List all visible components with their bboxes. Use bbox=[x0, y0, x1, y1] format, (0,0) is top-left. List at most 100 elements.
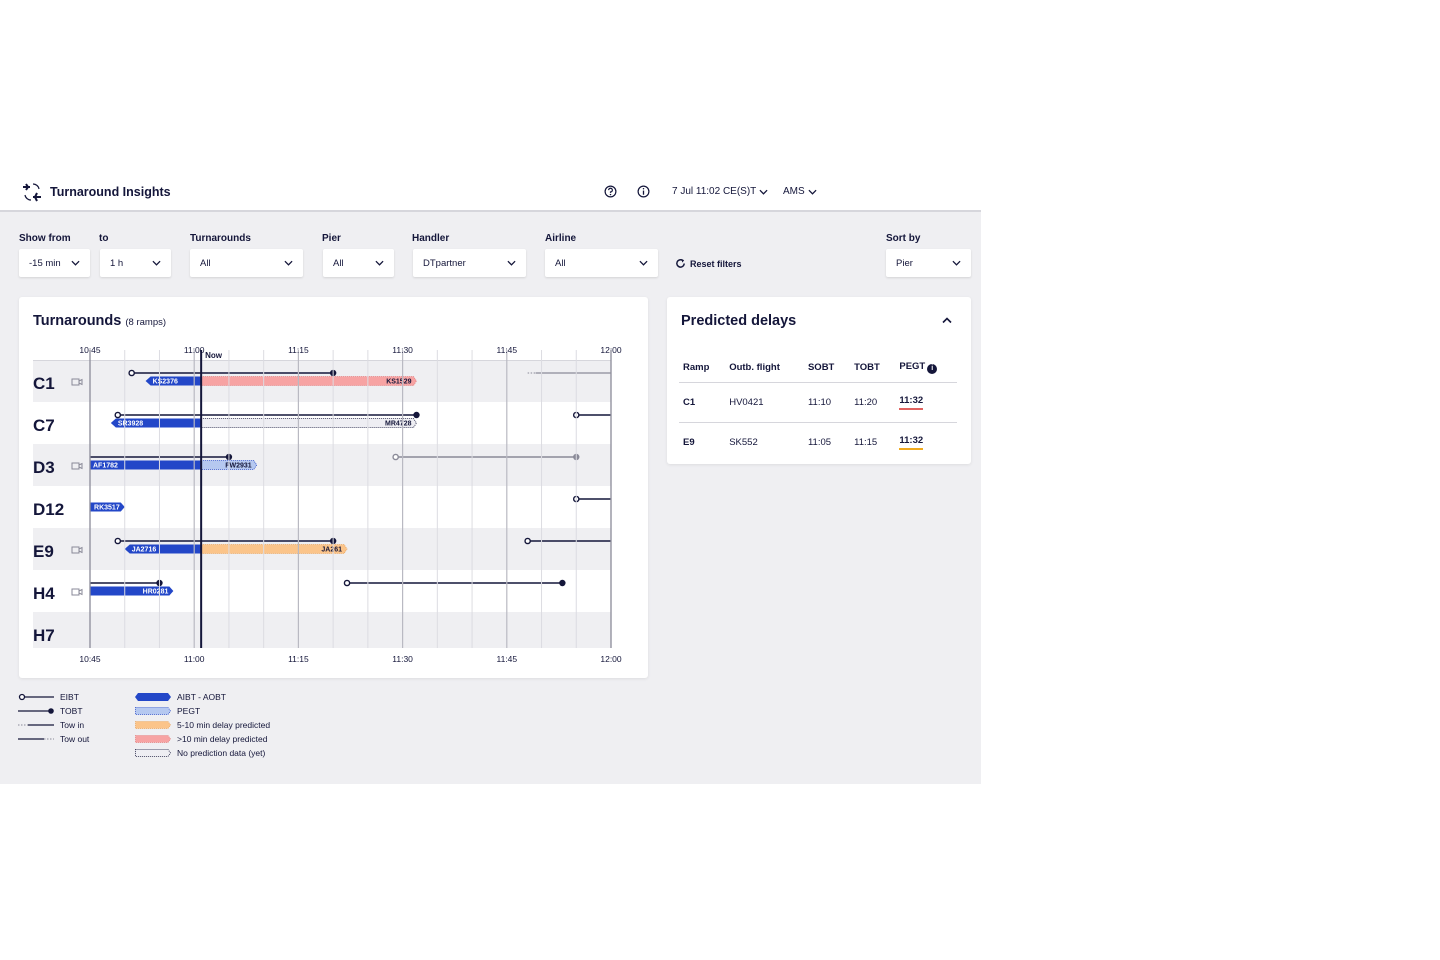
delay-10plus-bar-icon bbox=[135, 735, 171, 743]
legend-no-prediction: No prediction data (yet) bbox=[135, 748, 265, 758]
predicted-delays-title: Predicted delays bbox=[681, 313, 797, 329]
chevron-down-icon bbox=[284, 260, 293, 266]
bar-flight-label: KS2376 bbox=[153, 379, 178, 386]
handler-select[interactable]: DTpartner bbox=[413, 249, 526, 277]
aibt-aobt-bar-icon bbox=[135, 693, 171, 701]
flight-cell: HV0421 bbox=[725, 382, 804, 423]
legend-label: >10 min delay predicted bbox=[177, 734, 268, 744]
legend-label: No prediction data (yet) bbox=[177, 748, 266, 758]
col-outbound-flight: Outb. flight bbox=[725, 355, 804, 383]
airline-select[interactable]: All bbox=[545, 249, 658, 277]
info-icon[interactable]: i bbox=[927, 364, 938, 374]
ramp-label: E9 bbox=[33, 542, 54, 561]
ramp-cell: E9 bbox=[683, 437, 695, 448]
chevron-down-icon bbox=[952, 260, 961, 266]
legend-pegt: PEGT bbox=[135, 706, 200, 716]
sort-by-select[interactable]: Pier bbox=[886, 249, 971, 277]
tobt-line-icon bbox=[18, 708, 54, 714]
chevron-down-icon bbox=[71, 260, 80, 266]
legend-aibt-aobt: AIBT - AOBT bbox=[135, 692, 226, 702]
legend-label: EIBT bbox=[60, 692, 79, 702]
chevron-down-icon bbox=[639, 260, 648, 266]
ramp-label: C7 bbox=[33, 416, 55, 435]
ramp-label: C1 bbox=[33, 374, 55, 393]
turnarounds-select[interactable]: All bbox=[190, 249, 303, 277]
bar-flight-label: AF1782 bbox=[93, 463, 118, 470]
legend-label: Tow in bbox=[60, 720, 85, 730]
eibt-marker bbox=[524, 537, 531, 545]
show-from-label: Show from bbox=[19, 233, 71, 244]
datetime-dropdown[interactable]: 7 Jul 11:02 CE(S)T bbox=[672, 186, 768, 197]
ramp-cell: C1 bbox=[679, 382, 726, 423]
ramp-label: H7 bbox=[33, 626, 55, 645]
handler-value: DTpartner bbox=[423, 257, 466, 269]
tow-out-line-icon bbox=[18, 738, 54, 740]
gantt-row-c7: C7 SR3928 MR4728 bbox=[33, 411, 611, 435]
turnarounds-gantt-chart: C1 KS2376 KS1529C7 SR3928 MR4728D3 AF1782 FW29… bbox=[33, 345, 622, 664]
x-tick-label-top: 11:45 bbox=[496, 345, 517, 355]
help-icon[interactable] bbox=[604, 185, 617, 198]
bar-flight-label: HR0281 bbox=[143, 589, 169, 596]
sort-by-value: Pier bbox=[896, 257, 913, 269]
show-from-value: -15 min bbox=[29, 257, 61, 269]
predicted-delays-card: Predicted delays Ramp Outb. flight SOBT … bbox=[667, 297, 971, 464]
eibt-marker bbox=[392, 453, 399, 461]
turnarounds-label: Turnarounds bbox=[190, 233, 251, 244]
gantt-row-h4: H4 HR0281 bbox=[33, 579, 566, 603]
camera-body bbox=[71, 588, 80, 596]
legend-tow-out: Tow out bbox=[18, 734, 89, 744]
legend-label: 5-10 min delay predicted bbox=[177, 720, 271, 730]
camera-icon bbox=[71, 588, 83, 596]
x-tick-label-bottom: 11:30 bbox=[392, 654, 413, 664]
pier-select[interactable]: All bbox=[323, 249, 394, 277]
reset-filters-button[interactable]: Reset filters bbox=[675, 258, 742, 269]
to-value: 1 h bbox=[110, 257, 124, 269]
to-label: to bbox=[99, 233, 109, 244]
predicted-delays-table: Ramp Outb. flight SOBT TOBT PEGT i C1 HV0… bbox=[679, 355, 957, 462]
to-select[interactable]: 1 h bbox=[100, 249, 171, 277]
x-tick-label-bottom: 11:00 bbox=[184, 654, 205, 664]
table-row[interactable]: C1 HV0421 11:10 11:20 11:32 bbox=[679, 382, 957, 423]
pegt-value: 11:32 bbox=[899, 435, 924, 450]
bar-flight-label: MR4728 bbox=[385, 421, 412, 428]
x-tick-label-bottom: 10:45 bbox=[79, 654, 101, 664]
eibt-marker bbox=[343, 579, 351, 587]
airport-dropdown[interactable]: AMS bbox=[783, 186, 817, 197]
bar-delay-10plus bbox=[200, 376, 417, 386]
handler-label: Handler bbox=[412, 233, 450, 244]
info-icon[interactable] bbox=[637, 185, 650, 198]
now-label: Now bbox=[205, 351, 223, 360]
table-header-row: Ramp Outb. flight SOBT TOBT PEGT i bbox=[679, 355, 957, 383]
bar-flight-label: JA2716 bbox=[132, 547, 157, 554]
show-from-select[interactable]: -15 min bbox=[19, 249, 90, 277]
tobt-marker bbox=[413, 411, 420, 419]
table-row[interactable]: E9 SK552 11:05 11:15 11:32 bbox=[679, 423, 957, 463]
flight-cell: SK552 bbox=[729, 437, 758, 448]
bar-flight-label: SR3928 bbox=[118, 421, 143, 428]
chevron-down-icon bbox=[375, 260, 384, 266]
airline-label: Airline bbox=[545, 233, 577, 244]
legend-label: Tow out bbox=[60, 734, 90, 744]
eibt-marker bbox=[114, 411, 122, 419]
legend-label: TOBT bbox=[60, 706, 83, 716]
x-tick-label-bottom: 11:45 bbox=[496, 654, 517, 664]
pier-label: Pier bbox=[322, 233, 341, 244]
no-prediction-bar-icon bbox=[135, 749, 171, 757]
airport-value: AMS bbox=[783, 186, 805, 197]
top-bar: Turnaround Insights 7 Jul 11:02 CE(S)T A… bbox=[0, 170, 981, 212]
tobt-cell: 11:15 bbox=[854, 437, 878, 448]
legend-delay-5-10: 5-10 min delay predicted bbox=[135, 720, 270, 730]
refresh-icon bbox=[676, 258, 685, 268]
sort-by-label: Sort by bbox=[886, 233, 921, 244]
turnarounds-card: Turnarounds (8 ramps) C1 KS2376 KS1529 C7 SR… bbox=[19, 297, 648, 678]
legend-tobt: TOBT bbox=[18, 706, 83, 716]
tobt-cell: 11:20 bbox=[850, 382, 896, 423]
pegt-value: 11:32 bbox=[899, 395, 924, 410]
bar-flight-label: KS1529 bbox=[386, 379, 411, 386]
ramp-label: H4 bbox=[33, 584, 55, 603]
chevron-down-icon bbox=[808, 189, 817, 195]
chevron-up-icon[interactable] bbox=[941, 315, 953, 325]
eibt-line-icon bbox=[18, 693, 54, 701]
airline-value: All bbox=[555, 257, 566, 269]
datetime-value: 7 Jul 11:02 CE(S)T bbox=[672, 186, 757, 197]
